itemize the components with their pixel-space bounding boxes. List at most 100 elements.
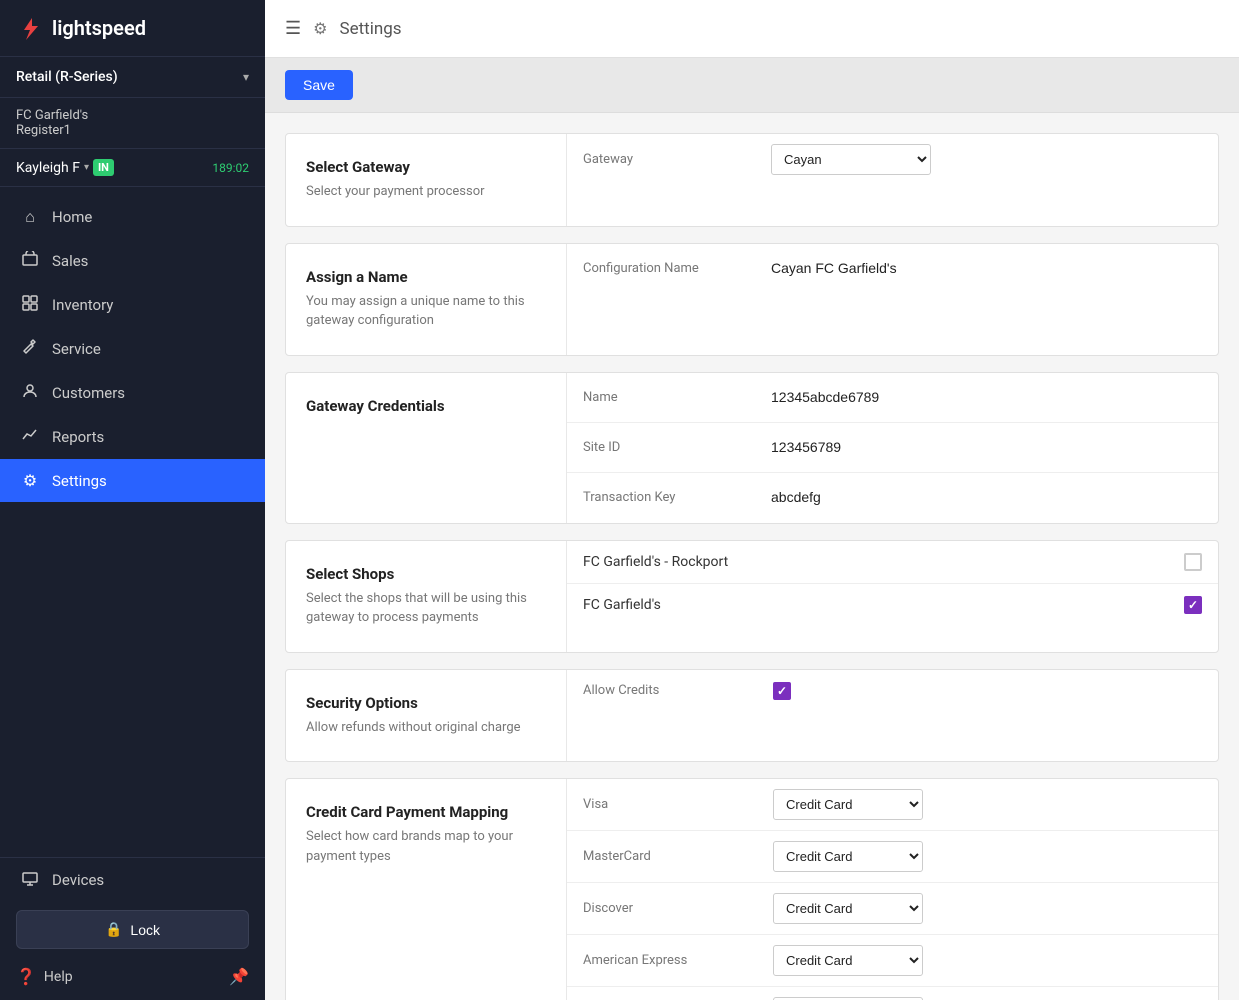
section-mapping-desc: Select how card brands map to your payme…	[306, 827, 546, 866]
help-link[interactable]: ❓ Help	[16, 967, 73, 986]
page-title: Settings	[339, 19, 401, 39]
gateway-field-value: Cayan Stripe Square PayPal	[757, 134, 1218, 185]
sidebar-label-settings: Settings	[52, 472, 107, 490]
shop-row-garfields: FC Garfield's	[567, 584, 1218, 626]
sidebar-item-inventory[interactable]: Inventory	[0, 283, 265, 327]
config-name-value	[757, 250, 1218, 287]
sidebar-item-customers[interactable]: Customers	[0, 371, 265, 415]
sidebar-label-devices: Devices	[52, 871, 104, 889]
shop-name-rockport: FC Garfield's - Rockport	[583, 554, 728, 570]
sidebar-label-reports: Reports	[52, 428, 104, 446]
customers-icon	[20, 383, 40, 403]
inventory-icon	[20, 295, 40, 315]
shop-row-rockport: FC Garfield's - Rockport	[567, 541, 1218, 584]
gateway-field-row: Gateway Cayan Stripe Square PayPal	[567, 134, 1218, 185]
section-security-desc: Allow refunds without original charge	[306, 718, 546, 738]
section-mapping-left: Credit Card Payment Mapping Select how c…	[286, 779, 566, 1000]
discover-select[interactable]: Credit CardDebit CardCash	[773, 893, 923, 924]
section-gateway-title: Select Gateway	[306, 158, 546, 176]
security-credits-row: Allow Credits	[567, 670, 1218, 712]
action-bar: Save	[265, 58, 1239, 113]
mapping-label-discover: Discover	[583, 901, 773, 916]
mapping-select-discover: Credit CardDebit CardCash	[773, 893, 923, 924]
user-status-badge: IN	[93, 159, 114, 176]
lightspeed-logo-icon	[16, 14, 44, 42]
section-mapping: Credit Card Payment Mapping Select how c…	[285, 778, 1219, 1000]
security-credits-checkbox[interactable]	[773, 682, 791, 700]
sidebar-item-devices[interactable]: Devices	[0, 858, 265, 902]
pin-icon[interactable]: 📌	[229, 967, 249, 986]
save-button[interactable]: Save	[285, 70, 353, 100]
credential-siteid-label: Site ID	[567, 428, 757, 467]
section-credentials-right: Name Site ID Transaction Key	[566, 373, 1218, 523]
config-name-label: Configuration Name	[567, 249, 757, 288]
store-selector[interactable]: Retail (R-Series) ▾	[0, 57, 265, 98]
section-shops-title: Select Shops	[306, 565, 546, 583]
section-gateway: Select Gateway Select your payment proce…	[285, 133, 1219, 227]
gateway-field-label: Gateway	[567, 140, 757, 179]
mastercard-select[interactable]: Credit CardDebit CardCash	[773, 841, 923, 872]
mapping-select-mastercard: Credit CardDebit CardCash	[773, 841, 923, 872]
section-mapping-title: Credit Card Payment Mapping	[306, 803, 546, 821]
credential-txkey-label: Transaction Key	[567, 478, 757, 517]
sidebar-bottom: Devices 🔒 Lock ❓ Help 📌	[0, 857, 265, 1000]
gateway-select[interactable]: Cayan Stripe Square PayPal	[771, 144, 931, 175]
store-name: Retail (R-Series)	[16, 69, 118, 85]
credential-name-input[interactable]	[771, 389, 1204, 405]
credential-txkey-row: Transaction Key	[567, 473, 1218, 523]
credential-siteid-input[interactable]	[771, 439, 1204, 455]
config-name-input[interactable]	[771, 260, 1204, 276]
home-icon: ⌂	[20, 207, 40, 227]
mapping-row-amex: American Express Credit CardDebit CardCa…	[567, 935, 1218, 987]
amex-select[interactable]: Credit CardDebit CardCash	[773, 945, 923, 976]
config-name-field-row: Configuration Name	[567, 244, 1218, 294]
hamburger-menu-icon[interactable]: ☰	[285, 18, 301, 39]
settings-icon: ⚙	[20, 471, 40, 490]
sidebar-label-home: Home	[52, 208, 92, 226]
user-name: Kayleigh F ▾ IN	[16, 159, 114, 176]
lock-icon: 🔒	[105, 921, 122, 938]
credential-txkey-value	[757, 479, 1218, 516]
mapping-label-visa: Visa	[583, 797, 773, 812]
sidebar-item-home[interactable]: ⌂ Home	[0, 195, 265, 239]
section-gateway-desc: Select your payment processor	[306, 182, 546, 202]
sidebar-item-service[interactable]: Service	[0, 327, 265, 371]
help-row: ❓ Help 📌	[0, 957, 265, 1000]
help-icon: ❓	[16, 967, 36, 986]
mapping-label-mastercard: MasterCard	[583, 849, 773, 864]
credential-siteid-row: Site ID	[567, 423, 1218, 473]
logo-text: lightspeed	[52, 16, 146, 40]
sidebar-item-sales[interactable]: Sales	[0, 239, 265, 283]
section-security-right: Allow Credits	[566, 670, 1218, 762]
content-area: Save Select Gateway Select your payment …	[265, 58, 1239, 1000]
lock-button[interactable]: 🔒 Lock	[16, 910, 249, 949]
devices-icon	[20, 870, 40, 890]
nav-items: ⌂ Home Sales Inventory Service Custome	[0, 187, 265, 857]
mapping-select-visa: Credit CardDebit CardCash	[773, 789, 923, 820]
section-credentials-left: Gateway Credentials	[286, 373, 566, 523]
shop-checkbox-garfields[interactable]	[1184, 596, 1202, 614]
mapping-select-amex: Credit CardDebit CardCash	[773, 945, 923, 976]
sidebar-header: lightspeed	[0, 0, 265, 57]
credential-txkey-input[interactable]	[771, 489, 1204, 505]
mapping-row-mastercard: MasterCard Credit CardDebit CardCash	[567, 831, 1218, 883]
shop-checkbox-rockport[interactable]	[1184, 553, 1202, 571]
shop-name-garfields: FC Garfield's	[583, 597, 661, 613]
credential-name-value	[757, 379, 1218, 416]
settings-body: Select Gateway Select your payment proce…	[265, 113, 1239, 1000]
main-content: ☰ ⚙ Settings Save Select Gateway Select …	[265, 0, 1239, 1000]
section-security-title: Security Options	[306, 694, 546, 712]
sidebar-item-reports[interactable]: Reports	[0, 415, 265, 459]
section-gateway-left: Select Gateway Select your payment proce…	[286, 134, 566, 226]
visa-select[interactable]: Credit CardDebit CardCash	[773, 789, 923, 820]
mapping-row-debit: Debit Credit CardDebit CardCash	[567, 987, 1218, 1000]
sidebar-label-service: Service	[52, 340, 101, 358]
section-security: Security Options Allow refunds without o…	[285, 669, 1219, 763]
credential-siteid-value	[757, 429, 1218, 466]
mapping-label-amex: American Express	[583, 953, 773, 968]
sidebar: lightspeed Retail (R-Series) ▾ FC Garfie…	[0, 0, 265, 1000]
sidebar-item-settings[interactable]: ⚙ Settings	[0, 459, 265, 502]
section-gateway-right: Gateway Cayan Stripe Square PayPal	[566, 134, 1218, 226]
section-shops: Select Shops Select the shops that will …	[285, 540, 1219, 653]
top-bar: ☰ ⚙ Settings	[265, 0, 1239, 58]
